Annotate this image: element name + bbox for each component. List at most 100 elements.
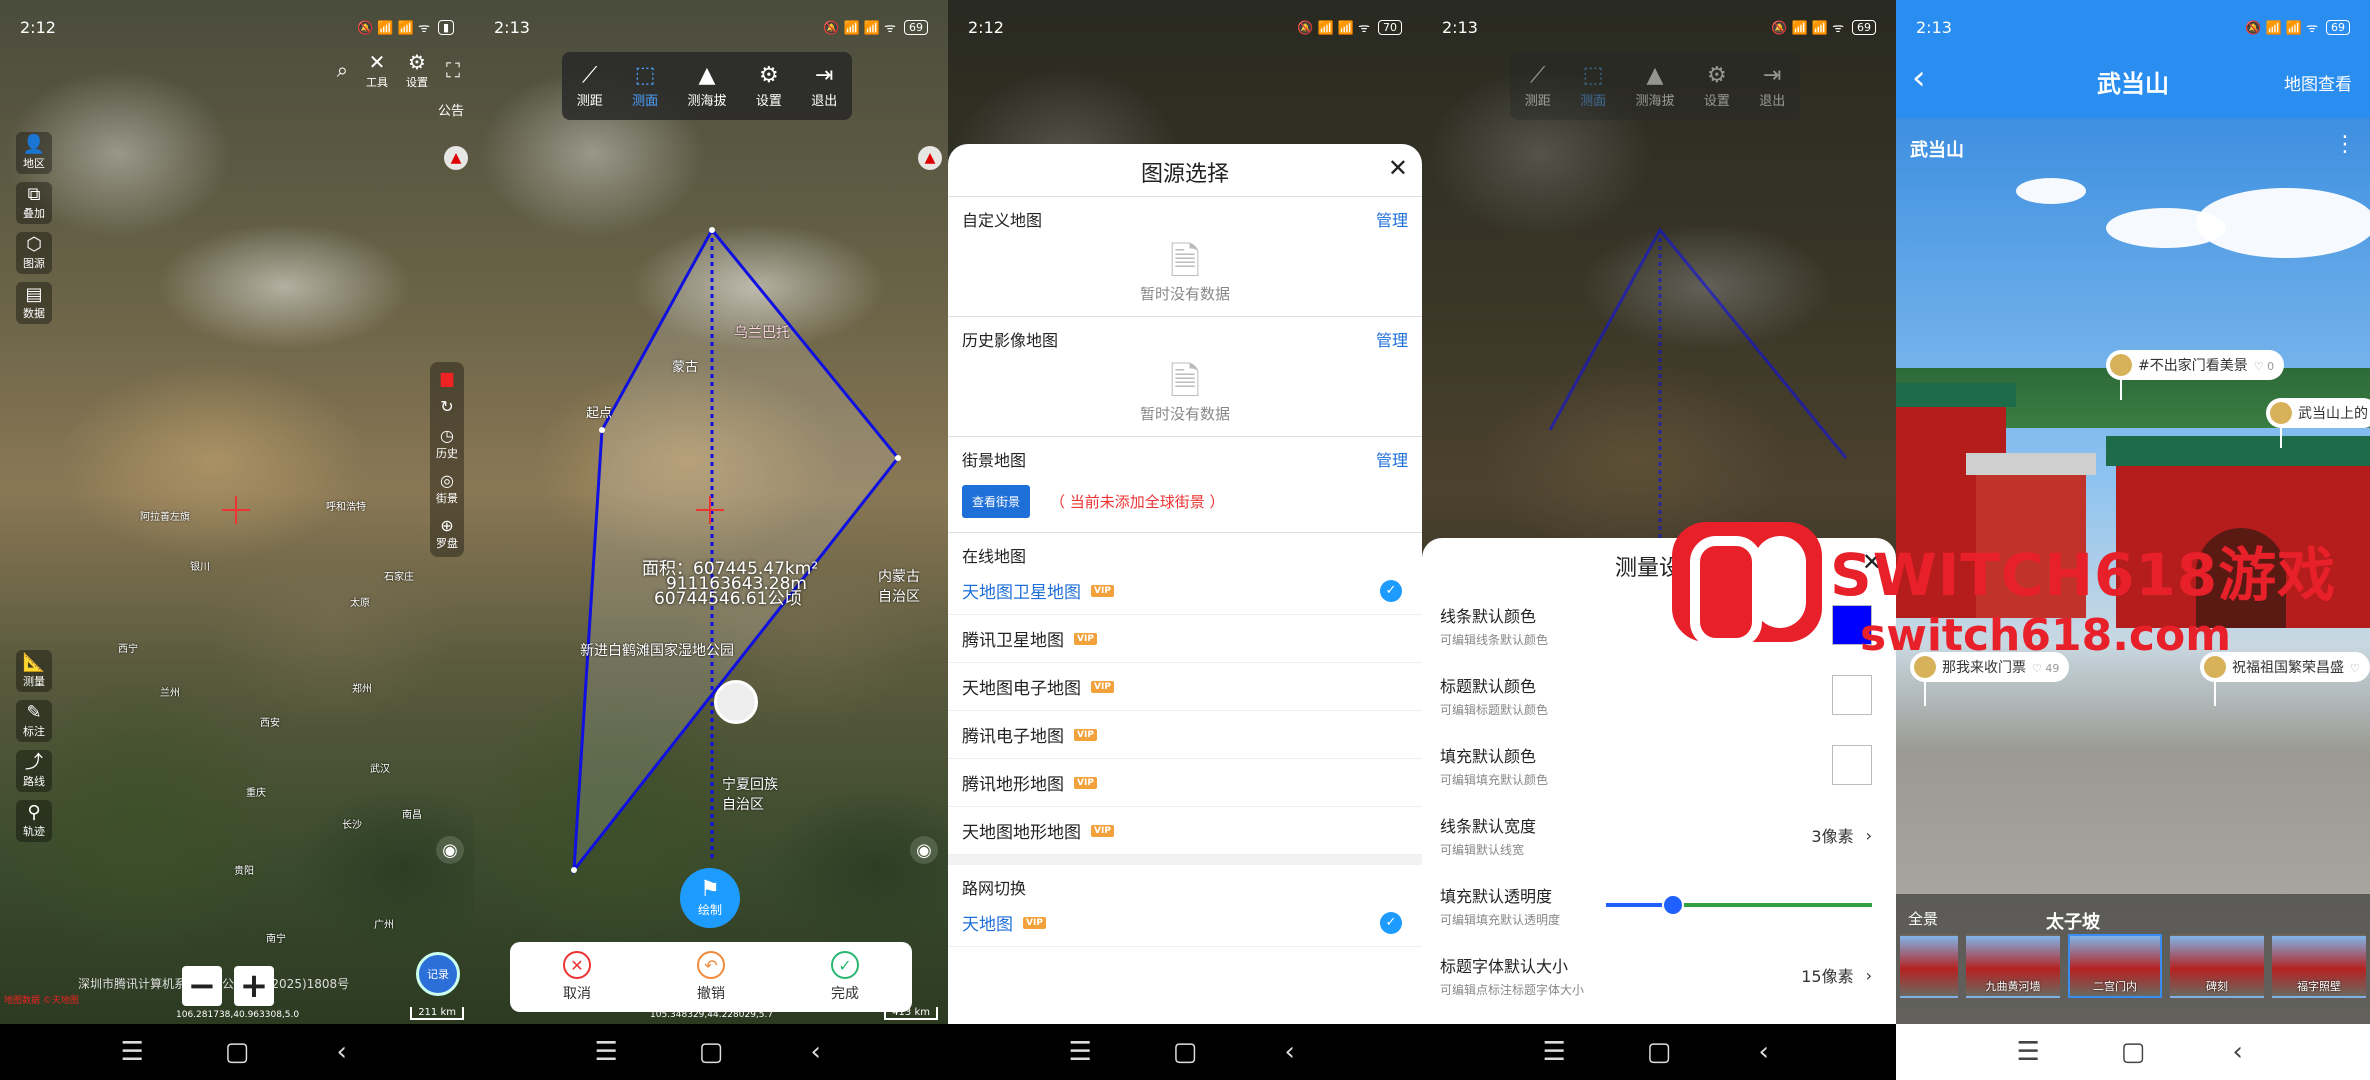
category-label[interactable]: 全景 [1908,908,1938,929]
header-bar: 2:13 🔕 📶 📶 ᯤ 69 ‹ 武当山 地图查看 [1896,0,2370,118]
home-nav-button[interactable]: ▢ [222,1037,252,1067]
close-icon[interactable]: ✕ [1388,154,1408,182]
undo-button[interactable]: ↶ 撤销 [697,951,725,1003]
slider-knob[interactable] [1661,894,1684,916]
tools-button[interactable]: ✕ 工具 [366,50,388,90]
list-item[interactable]: 腾讯电子地图 VIP [948,711,1422,759]
cancel-button[interactable]: ✕ 取消 [563,951,591,1003]
manage-link[interactable]: 管理 [1376,327,1408,351]
history-button[interactable]: ◷ 历史 [436,426,458,461]
view-streetview-button[interactable]: 查看街景 [962,485,1031,518]
list-item[interactable]: 天地图卫星地图 VIP ✓ [948,567,1422,615]
menu-nav-button[interactable]: ☰ [1065,1037,1095,1067]
panorama-view[interactable]: 武当山 ⋮ #不出家门看美景 ♡ 0 武当山上的 那我来收门票 ♡ 49 祝福祖国繁… [1896,118,2370,1024]
list-item[interactable]: 天地图地形地图 VIP [948,807,1422,855]
section-title: 自定义地图 [962,211,1043,230]
back-nav-button[interactable]: ‹ [327,1037,357,1067]
color-swatch[interactable] [1832,745,1872,785]
3d-button[interactable]: ↻ [440,397,453,416]
altitude-tab[interactable]: ▲ 测海拔 [687,63,726,109]
settings-tab[interactable]: ⚙ 设置 [756,63,782,109]
list-item[interactable]: 天地图电子地图 VIP [948,663,1422,711]
north-compass-icon[interactable]: ▲ [444,146,468,170]
scene-thumbnail[interactable]: 二宫门内 [2068,934,2162,998]
distance-tab[interactable]: ⟋ 测距 [577,63,603,109]
record-button[interactable]: 记录 [416,952,460,996]
notice-link[interactable]: 公告 [438,100,464,119]
scene-thumbnail[interactable]: 福字照壁 [2272,934,2366,998]
area-tab[interactable]: ⬚ 测面 [632,63,658,109]
exit-tab[interactable]: ⇥ 退出 [811,63,837,109]
zoom-in-button[interactable]: + [234,966,274,1006]
list-item[interactable]: 天地图 VIP ✓ [948,899,1422,947]
vertex-point[interactable] [571,867,577,873]
menu-nav-button[interactable]: ☰ [1539,1037,1569,1067]
home-nav-button[interactable]: ▢ [2118,1037,2148,1067]
menu-nav-button[interactable]: ☰ [117,1037,147,1067]
zoom-out-button[interactable]: − [182,966,222,1006]
draw-button[interactable]: ⚑ 绘制 [680,868,740,928]
setting-line-color[interactable]: 线条默认颜色 可编辑线条默认颜色 [1422,590,1896,660]
exit-icon: ⇥ [1763,62,1782,88]
close-icon[interactable]: ✕ [1862,548,1882,576]
scene-thumbnail[interactable]: 九曲黄河墙 [1966,934,2060,998]
settings-button[interactable]: ⚙ 设置 [406,50,428,90]
comment-bubble[interactable]: 那我来收门票 ♡ 49 [1910,652,2070,682]
back-nav-button[interactable]: ‹ [2223,1037,2253,1067]
more-vertical-icon[interactable]: ⋮ [2334,132,2356,157]
route-button[interactable]: ⤴ 路线 [16,750,52,792]
color-swatch[interactable] [1832,675,1872,715]
vertex-point[interactable] [599,427,605,433]
overlay-button[interactable]: ⧉ 叠加 [16,182,52,224]
opacity-slider[interactable] [1606,894,1872,916]
menu-nav-button[interactable]: ☰ [2013,1037,2043,1067]
comment-bubble[interactable]: #不出家门看美景 ♡ 0 [2106,350,2285,380]
photo-pin[interactable] [714,680,758,724]
setting-fill-color[interactable]: 填充默认颜色 可编辑填充默认颜色 [1422,730,1896,800]
locate-button[interactable]: ◉ [910,836,938,864]
north-compass-icon[interactable]: ▲ [918,146,942,170]
back-nav-button[interactable]: ‹ [801,1037,831,1067]
back-nav-button[interactable]: ‹ [1749,1037,1779,1067]
home-nav-button[interactable]: ▢ [1644,1037,1674,1067]
region-button[interactable]: 👤 地区 [16,132,52,174]
fullscreen-button[interactable]: ⛶ [446,58,460,82]
vertex-point[interactable] [895,455,901,461]
data-button[interactable]: ▤ 数据 [16,282,52,324]
search-button[interactable]: ⌕ [337,58,348,82]
menu-nav-button[interactable]: ☰ [591,1037,621,1067]
back-nav-button[interactable]: ‹ [1275,1037,1305,1067]
settings-tab[interactable]: ⚙ 设置 [1704,63,1730,109]
manage-link[interactable]: 管理 [1376,207,1408,231]
compass-button[interactable]: ⊕ 罗盘 [436,516,458,551]
vertex-point[interactable] [709,227,715,233]
list-item[interactable]: 腾讯卫星地图 VIP [948,615,1422,663]
data-source-note: 地图数据 ©天地图 [4,996,79,1006]
annotate-button[interactable]: ✎ 标注 [16,700,52,742]
measure-button[interactable]: 📐 测量 [16,650,52,692]
map-view-link[interactable]: 地图查看 [2284,70,2352,95]
distance-tab[interactable]: ⟋ 测距 [1525,63,1551,109]
exit-tab[interactable]: ⇥ 退出 [1759,62,1785,109]
altitude-tab[interactable]: ▲ 测海拔 [1635,63,1674,109]
streetview-button[interactable]: ◎ 街景 [436,471,458,506]
home-nav-button[interactable]: ▢ [1170,1037,1200,1067]
setting-line-width[interactable]: 线条默认宽度 可编辑默认线宽 3像素 › [1422,800,1896,870]
center-crosshair [696,496,724,524]
comment-bubble[interactable]: 武当山上的 [2266,398,2370,428]
done-button[interactable]: ✓ 完成 [831,951,859,1003]
home-nav-button[interactable]: ▢ [696,1037,726,1067]
color-swatch[interactable] [1832,605,1872,645]
scene-thumbnail[interactable]: 碑刻 [2170,934,2264,998]
track-button[interactable]: ⚲ 轨迹 [16,800,52,842]
locate-button[interactable]: ◉ [436,836,464,864]
comment-bubble[interactable]: 祝福祖国繁荣昌盛 ♡ [2200,652,2370,682]
red-stamp-button[interactable]: ▆ [441,368,453,387]
layer-source-button[interactable]: ⬡ 图源 [16,232,52,274]
setting-title-color[interactable]: 标题默认颜色 可编辑标题默认颜色 [1422,660,1896,730]
area-tab[interactable]: ⬚ 测面 [1580,63,1606,109]
setting-title-font-size[interactable]: 标题字体默认大小 可编辑点标注标题字体大小 15像素 › [1422,940,1896,1010]
manage-link[interactable]: 管理 [1376,447,1408,471]
list-item[interactable]: 腾讯地形地图 VIP [948,759,1422,807]
scene-thumbnail[interactable] [1900,934,1958,998]
